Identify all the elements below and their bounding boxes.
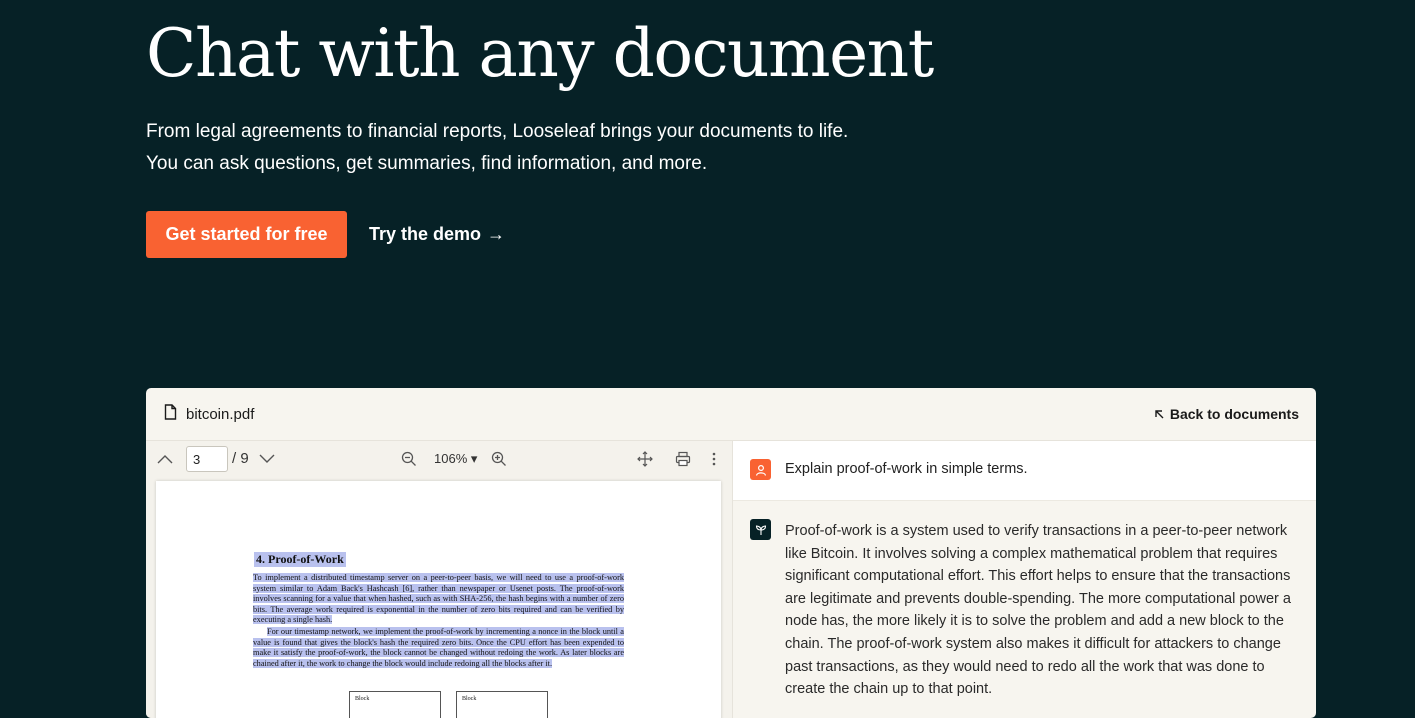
chevron-up-icon bbox=[157, 454, 173, 463]
user-message-text: Explain proof-of-work in simple terms. bbox=[785, 461, 1028, 477]
demo-app-window: bitcoin.pdf Back to documents / 9 106% ▾ bbox=[146, 388, 1316, 718]
zoom-out-icon bbox=[401, 451, 416, 466]
back-to-documents-button[interactable]: Back to documents bbox=[1154, 406, 1299, 422]
try-demo-label: Try the demo bbox=[369, 224, 482, 244]
arrow-up-left-icon bbox=[1154, 406, 1164, 422]
next-page-button[interactable] bbox=[256, 441, 278, 476]
back-label: Back to documents bbox=[1169, 406, 1299, 422]
zoom-select[interactable]: 106% ▾ bbox=[434, 451, 477, 467]
more-vertical-icon bbox=[712, 452, 716, 465]
print-button[interactable] bbox=[672, 441, 694, 476]
pdf-block-diagram-1: Block bbox=[349, 691, 441, 718]
user-avatar-icon bbox=[750, 459, 771, 480]
get-started-button[interactable]: Get started for free bbox=[146, 211, 347, 258]
pdf-paragraph-1: To implement a distributed timestamp ser… bbox=[253, 573, 624, 626]
zoom-in-button[interactable] bbox=[488, 441, 510, 476]
print-icon bbox=[675, 451, 691, 466]
app-header: bitcoin.pdf Back to documents bbox=[146, 388, 1316, 441]
file-name: bitcoin.pdf bbox=[186, 405, 255, 423]
zoom-out-button[interactable] bbox=[398, 441, 420, 476]
pdf-block-diagram-2: Block bbox=[456, 691, 548, 718]
chat-panel: Explain proof-of-work in simple terms. P… bbox=[732, 441, 1316, 718]
user-message: Explain proof-of-work in simple terms. bbox=[733, 441, 1316, 501]
page-number-input[interactable] bbox=[186, 446, 228, 472]
pdf-section-title: 4. Proof-of-Work bbox=[254, 552, 346, 567]
pdf-paragraph-1-text: To implement a distributed timestamp ser… bbox=[253, 573, 624, 624]
hero-subtitle: From legal agreements to financial repor… bbox=[146, 116, 1046, 179]
previous-page-button[interactable] bbox=[154, 441, 176, 476]
pdf-viewer: / 9 106% ▾ 4. Proof-of-Work To bbox=[146, 441, 732, 718]
file-title: bitcoin.pdf bbox=[164, 404, 254, 424]
file-icon bbox=[164, 404, 177, 424]
hero-subtitle-line-1: From legal agreements to financial repor… bbox=[146, 121, 849, 142]
page-total: / 9 bbox=[232, 450, 249, 467]
try-demo-link[interactable]: Try the demo → bbox=[369, 211, 505, 258]
hero-subtitle-line-2: You can ask questions, get summaries, fi… bbox=[146, 152, 708, 174]
pdf-toolbar: / 9 106% ▾ bbox=[146, 441, 732, 476]
hero-title: Chat with any document bbox=[146, 15, 934, 92]
arrow-right-icon: → bbox=[487, 224, 506, 244]
move-icon bbox=[637, 450, 653, 467]
pdf-paragraph-2-text: For our timestamp network, we implement … bbox=[253, 627, 624, 668]
pdf-paragraph-2: For our timestamp network, we implement … bbox=[253, 627, 624, 669]
chevron-down-icon bbox=[259, 454, 275, 463]
leaf-logo-icon bbox=[750, 519, 771, 540]
pdf-page: 4. Proof-of-Work To implement a distribu… bbox=[156, 481, 721, 718]
zoom-in-icon bbox=[491, 451, 506, 466]
assistant-message-text: Proof-of-work is a system used to verify… bbox=[785, 523, 1291, 698]
more-options-button[interactable] bbox=[706, 441, 722, 476]
pan-mode-button[interactable] bbox=[634, 441, 656, 476]
